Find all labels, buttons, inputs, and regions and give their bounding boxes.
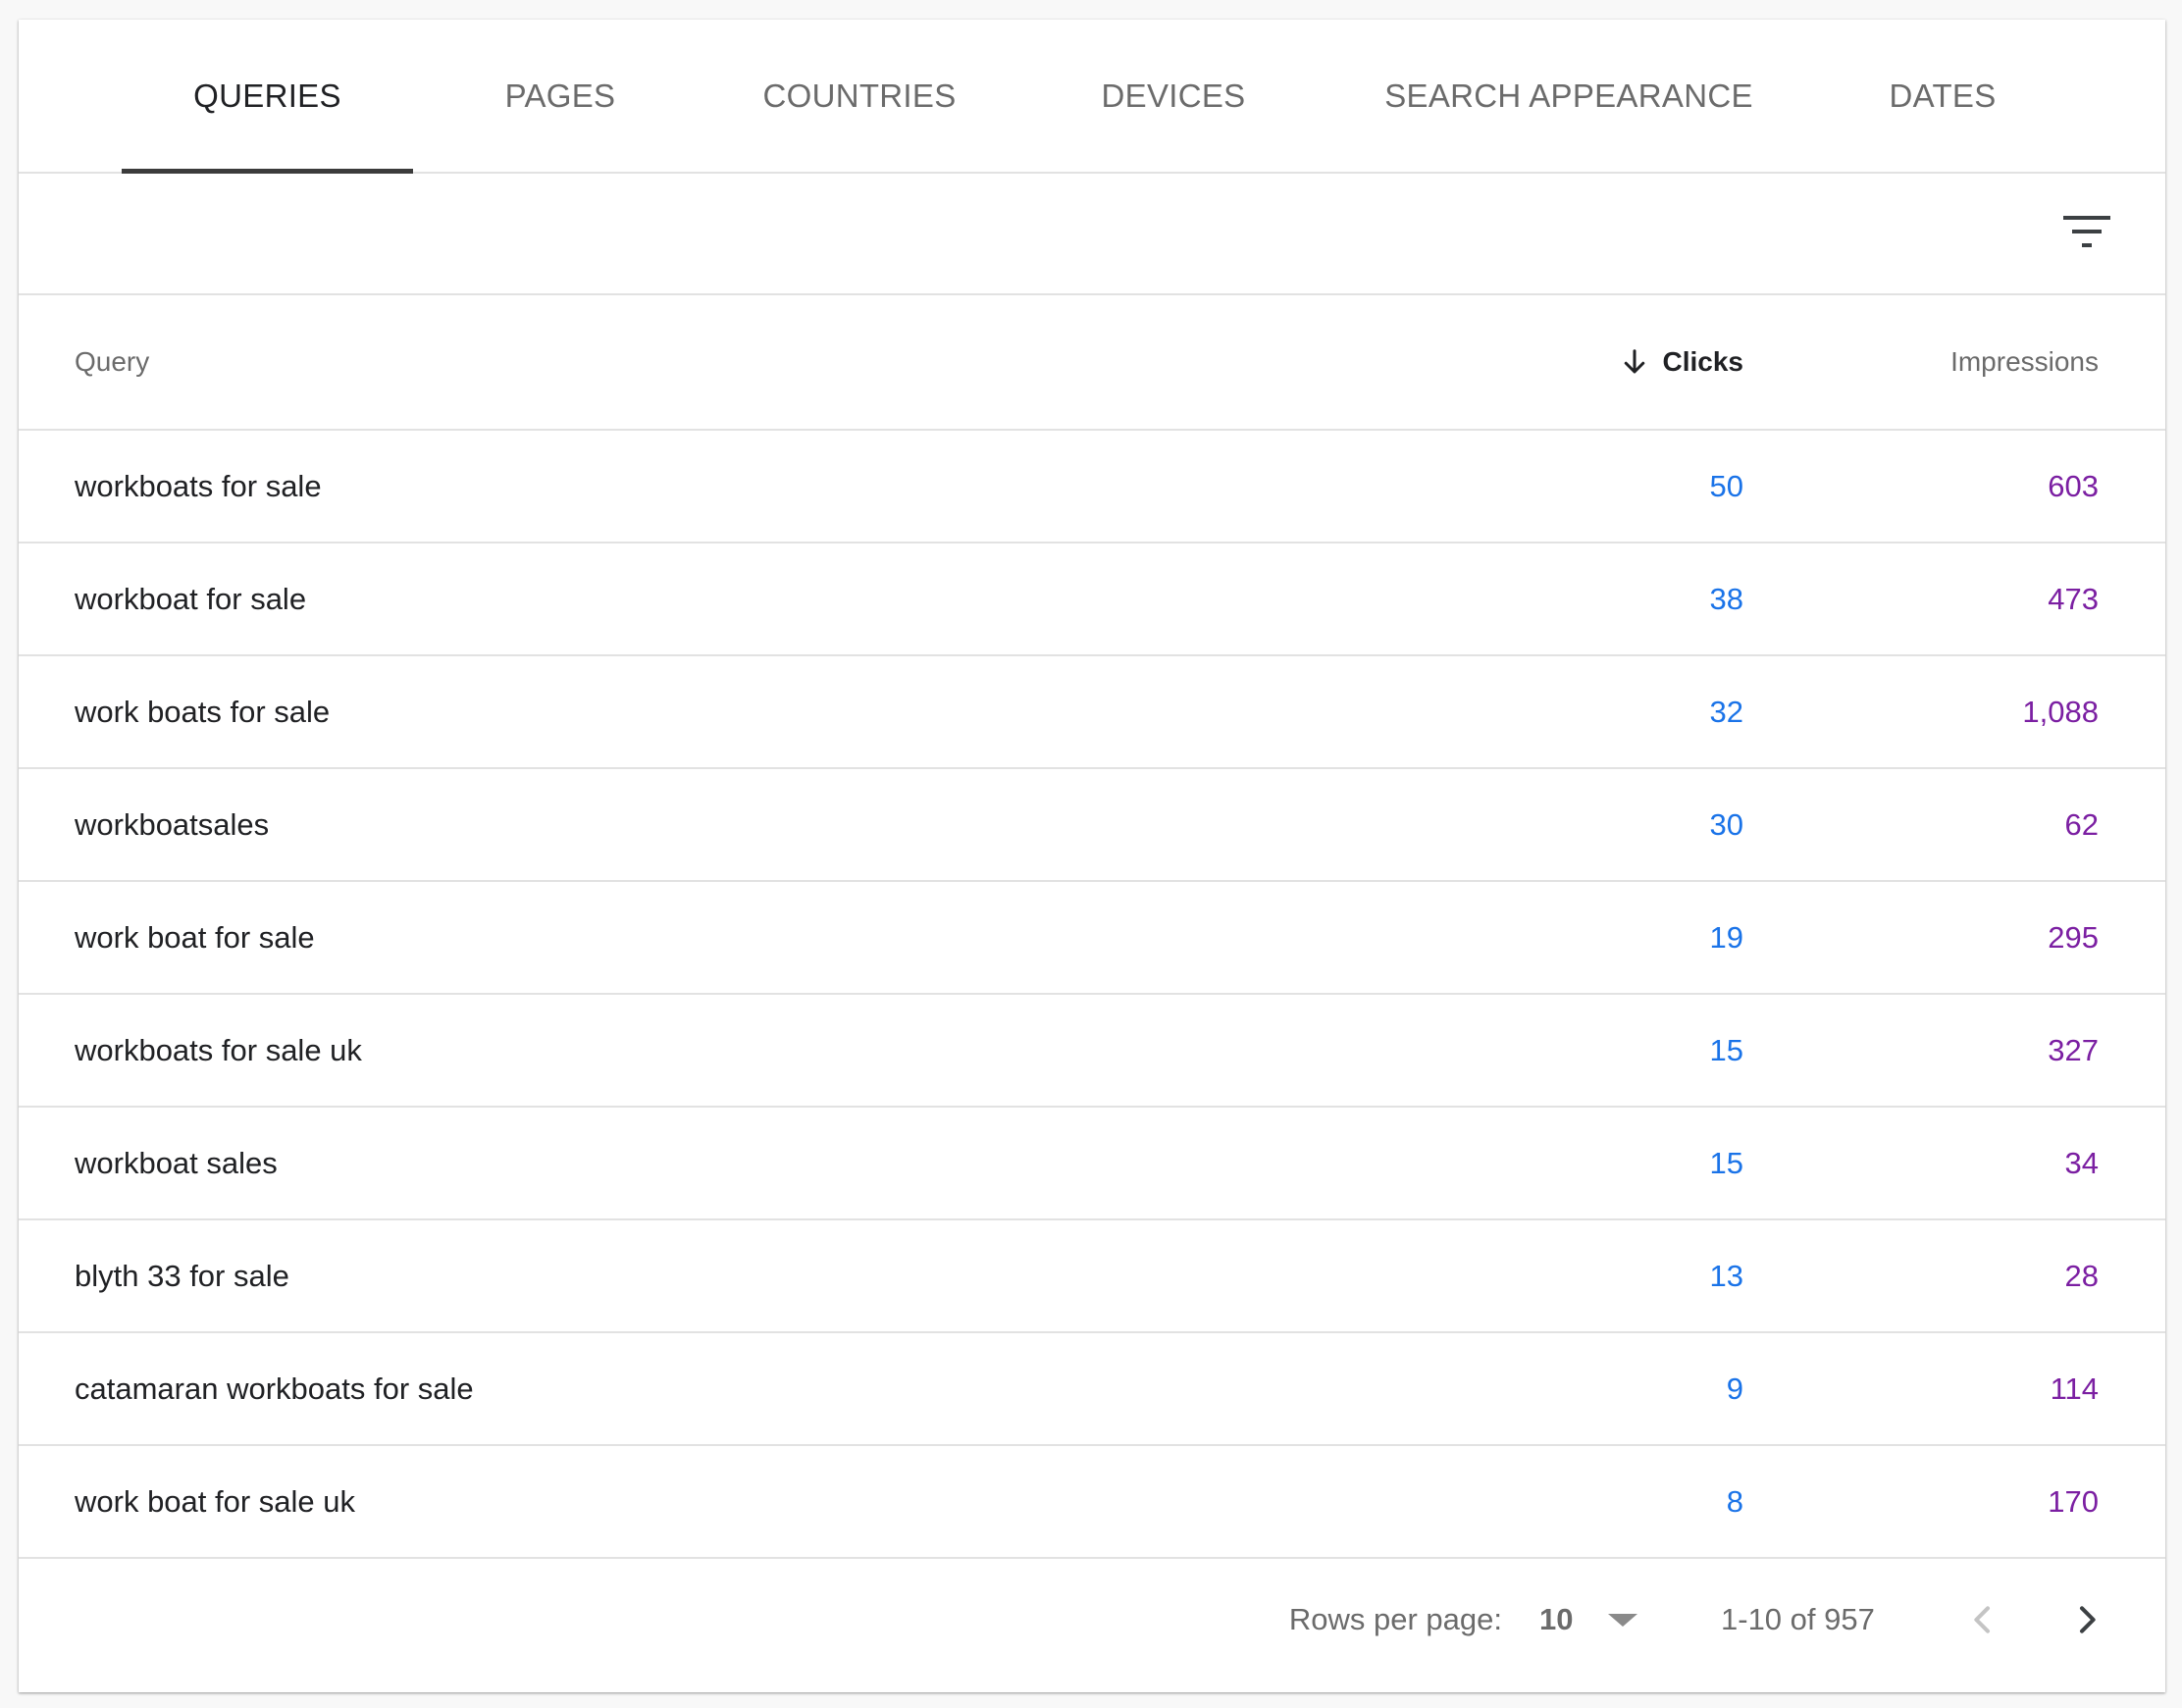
- previous-page-button[interactable]: [1963, 1547, 2002, 1692]
- table-row[interactable]: blyth 33 for sale 13 28: [19, 1220, 2165, 1333]
- impressions-cell: 327: [2048, 1032, 2099, 1067]
- dropdown-arrow-icon[interactable]: [1606, 1547, 1639, 1692]
- impressions-cell: 28: [2064, 1258, 2099, 1293]
- clicks-cell: 8: [1726, 1483, 1743, 1519]
- column-header-clicks[interactable]: Clicks: [1620, 295, 1744, 429]
- query-cell: work boats for sale: [75, 694, 331, 729]
- pagination-bar: Rows per page: 10 1-10 of 957: [19, 1547, 2165, 1692]
- table-row[interactable]: work boats for sale 32 1,088: [19, 656, 2165, 769]
- impressions-cell: 62: [2064, 806, 2099, 842]
- clicks-cell: 50: [1709, 468, 1743, 503]
- queries-table: Query Clicks Impressions workboats for s…: [19, 295, 2165, 1559]
- arrow-down-icon: [1624, 349, 1644, 374]
- clicks-cell: 13: [1709, 1258, 1743, 1293]
- tab-search-appearance-label: SEARCH APPEARANCE: [1384, 77, 1753, 114]
- tab-pages[interactable]: PAGES: [479, 20, 642, 172]
- table-row[interactable]: workboats for sale uk 15 327: [19, 995, 2165, 1108]
- tab-countries[interactable]: COUNTRIES: [732, 20, 987, 172]
- tab-devices[interactable]: DEVICES: [1070, 20, 1276, 172]
- clicks-cell: 32: [1709, 694, 1743, 729]
- query-cell: work boat for sale: [75, 919, 315, 955]
- table-row[interactable]: work boat for sale 19 295: [19, 882, 2165, 995]
- query-cell: catamaran workboats for sale: [75, 1371, 474, 1406]
- table-row[interactable]: workboats for sale 50 603: [19, 431, 2165, 543]
- clicks-cell: 19: [1709, 919, 1743, 955]
- clicks-cell: 9: [1726, 1371, 1743, 1406]
- rows-per-page-select[interactable]: 10: [1539, 1547, 1573, 1692]
- table-row[interactable]: workboat for sale 38 473: [19, 543, 2165, 656]
- performance-table-card: QUERIES PAGES COUNTRIES DEVICES SEARCH A…: [19, 20, 2165, 1692]
- query-cell: blyth 33 for sale: [75, 1258, 289, 1293]
- table-row[interactable]: catamaran workboats for sale 9 114: [19, 1333, 2165, 1446]
- impressions-cell: 603: [2048, 468, 2099, 503]
- column-header-impressions[interactable]: Impressions: [1950, 295, 2099, 429]
- column-header-query[interactable]: Query: [75, 295, 149, 429]
- clicks-cell: 30: [1709, 806, 1743, 842]
- filter-bar: [19, 174, 2165, 295]
- impressions-cell: 170: [2048, 1483, 2099, 1519]
- tab-countries-label: COUNTRIES: [762, 77, 957, 114]
- next-page-button[interactable]: [2067, 1547, 2106, 1692]
- table-row[interactable]: workboat sales 15 34: [19, 1108, 2165, 1220]
- tab-queries-label: QUERIES: [193, 77, 341, 114]
- tab-queries[interactable]: QUERIES: [122, 20, 413, 174]
- chevron-left-icon: [1974, 1606, 1990, 1633]
- impressions-cell: 295: [2048, 919, 2099, 955]
- query-cell: workboats for sale uk: [75, 1032, 362, 1067]
- query-cell: work boat for sale uk: [75, 1483, 356, 1519]
- query-cell: workboatsales: [75, 806, 270, 842]
- tab-devices-label: DEVICES: [1101, 77, 1246, 114]
- filter-list-icon[interactable]: [2063, 215, 2110, 250]
- clicks-cell: 15: [1709, 1145, 1743, 1180]
- dimension-tabs: QUERIES PAGES COUNTRIES DEVICES SEARCH A…: [19, 20, 2165, 174]
- clicks-cell: 38: [1709, 581, 1743, 616]
- chevron-right-icon: [2080, 1606, 2096, 1633]
- page-range-label: 1-10 of 957: [1721, 1602, 1875, 1636]
- clicks-cell: 15: [1709, 1032, 1743, 1067]
- impressions-cell: 1,088: [2022, 694, 2099, 729]
- rows-per-page-label: Rows per page:: [1288, 1602, 1502, 1636]
- table-row[interactable]: work boat for sale uk 8 170: [19, 1446, 2165, 1559]
- tab-dates[interactable]: DATES: [1863, 20, 2022, 172]
- tab-dates-label: DATES: [1889, 77, 1997, 114]
- tab-search-appearance[interactable]: SEARCH APPEARANCE: [1363, 20, 1775, 172]
- impressions-cell: 473: [2048, 581, 2099, 616]
- table-header-row: Query Clicks Impressions: [19, 295, 2165, 431]
- query-cell: workboat for sale: [75, 581, 307, 616]
- impressions-cell: 114: [2050, 1371, 2099, 1406]
- impressions-cell: 34: [2064, 1145, 2099, 1180]
- query-cell: workboats for sale: [75, 468, 322, 503]
- column-header-clicks-label: Clicks: [1662, 346, 1744, 377]
- table-row[interactable]: workboatsales 30 62: [19, 769, 2165, 882]
- query-cell: workboat sales: [75, 1145, 278, 1180]
- tab-pages-label: PAGES: [504, 77, 616, 114]
